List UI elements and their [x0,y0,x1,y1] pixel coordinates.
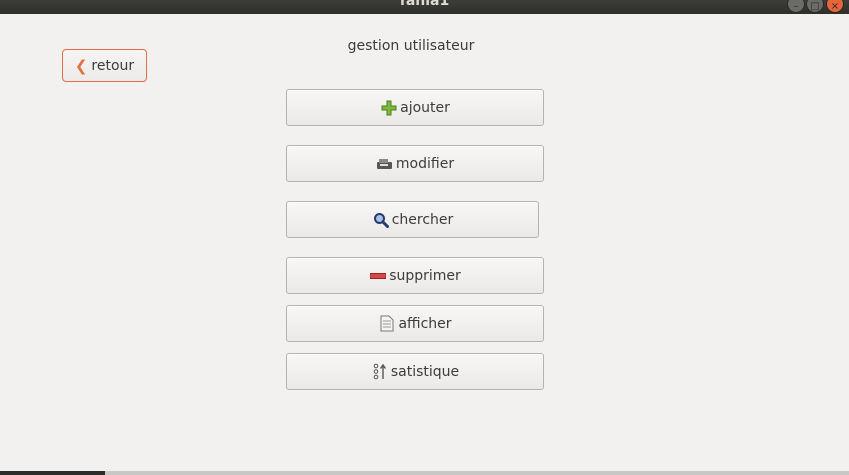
maximize-button[interactable]: □ [806,0,824,13]
chevron-left-icon: ❮ [74,56,88,75]
add-button[interactable]: ajouter [286,89,544,126]
maximize-icon: □ [810,0,820,12]
minus-icon [369,267,387,285]
scrollbar-thumb[interactable] [0,471,105,475]
display-button-label: afficher [398,315,452,332]
delete-button-label: supprimer [389,267,461,284]
search-icon [372,211,390,229]
window-title: fahia1 [399,0,450,9]
title-bar: fahia1 – □ × [0,0,849,14]
edit-button[interactable]: modifier [286,145,544,182]
back-button-label: retour [91,57,135,74]
statistics-button-label: satistique [390,363,460,380]
app-window: fahia1 – □ × ❮ retour gestion utilisateu… [0,0,849,475]
minimize-button[interactable]: – [787,0,805,13]
edit-icon [376,155,394,173]
display-button[interactable]: afficher [286,305,544,342]
stats-icon [371,363,389,381]
add-button-label: ajouter [400,99,450,116]
bottom-scrollbar[interactable] [0,471,849,475]
plus-icon [380,99,398,117]
minimize-icon: – [793,0,799,12]
search-button-label: chercher [391,211,454,228]
edit-button-label: modifier [395,155,455,172]
search-button[interactable]: chercher [286,201,539,238]
statistics-button[interactable]: satistique [286,353,544,390]
page-title: gestion utilisateur [347,38,475,54]
document-icon [378,315,396,333]
delete-button[interactable]: supprimer [286,257,544,294]
close-icon: × [830,0,840,12]
close-button[interactable]: × [826,0,844,13]
